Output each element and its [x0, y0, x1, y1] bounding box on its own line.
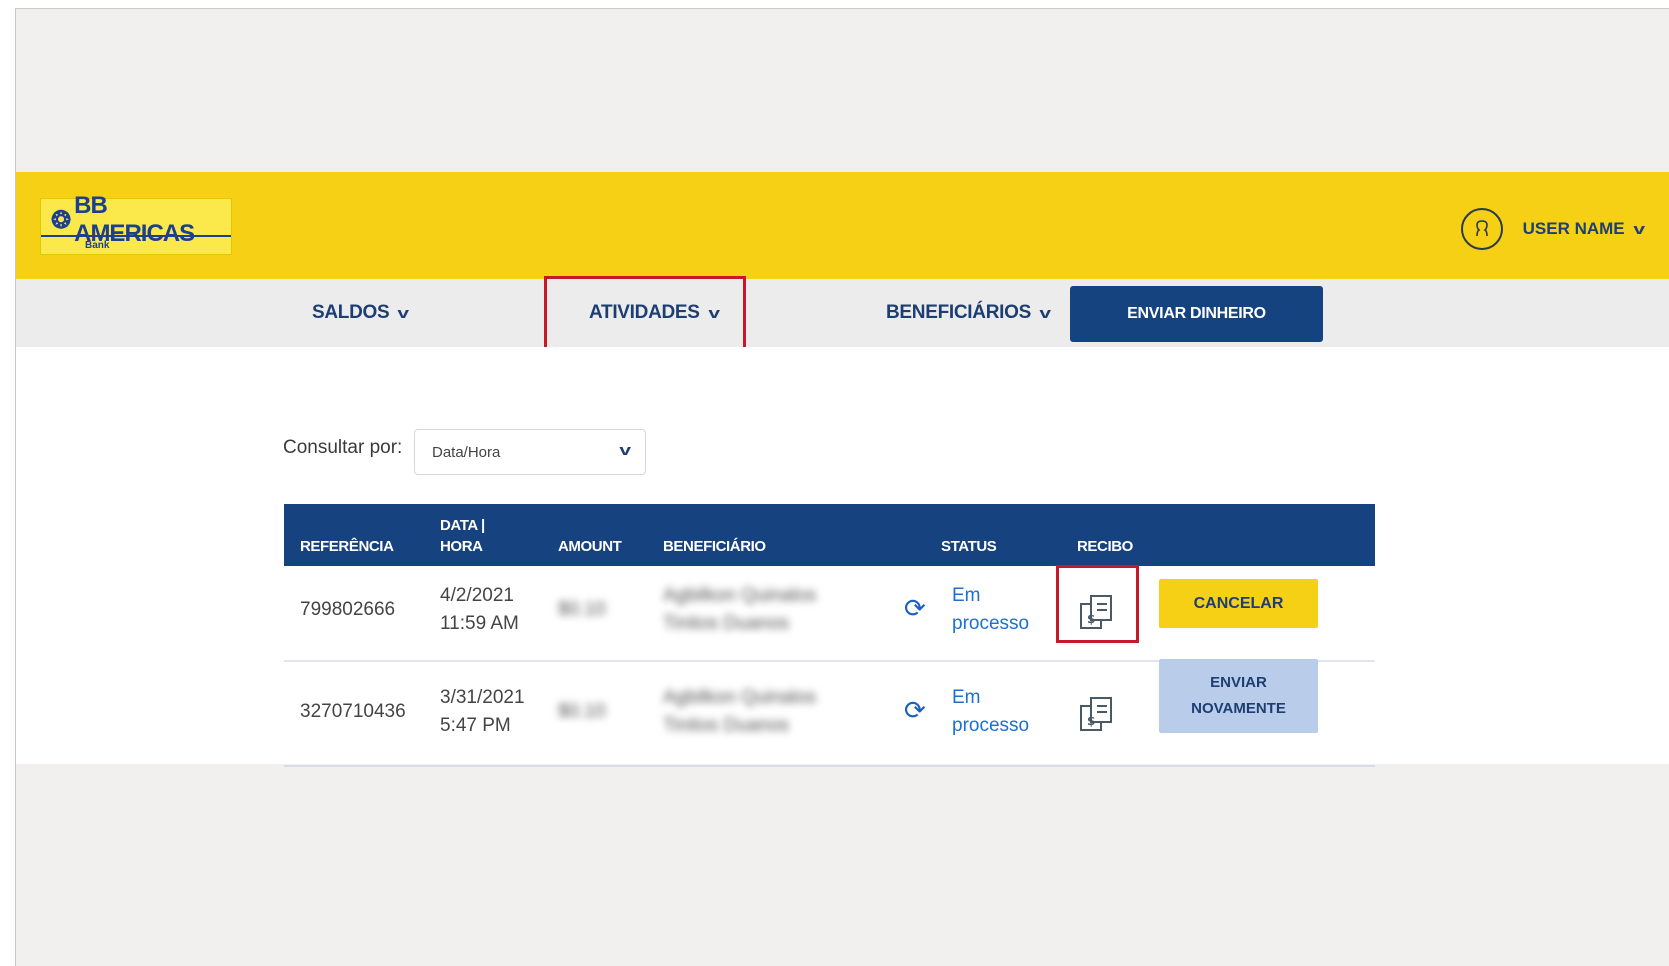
header-status: STATUS: [941, 538, 997, 555]
highlight-atividades: [544, 276, 746, 350]
sync-icon: ⟳: [904, 594, 926, 624]
logo-divider: [41, 235, 231, 237]
filter-select[interactable]: Data/Hora v: [414, 429, 646, 475]
cell-beneficiario: Agbilkon Quinalos Tinitos Duanos: [663, 582, 816, 638]
status-line1: Em: [952, 585, 981, 606]
cell-referencia: 799802666: [300, 599, 396, 620]
cell-time: 5:47 PM: [440, 715, 511, 736]
cell-amount: $0.10: [558, 701, 606, 722]
cell-data-hora: 3/31/2021 5:47 PM: [440, 684, 525, 740]
cell-status: Em processo: [952, 582, 1029, 638]
chevron-down-icon: v: [397, 304, 410, 322]
beneficiary-line2: Tinitos Duanos: [663, 715, 790, 736]
cell-date: 3/31/2021: [440, 687, 525, 708]
enviar-dinheiro-button[interactable]: ENVIAR DINHEIRO: [1070, 286, 1323, 342]
chevron-down-icon: v: [1632, 220, 1645, 238]
bb-logo-icon: ❂: [51, 206, 71, 234]
header-hora: HORA: [440, 538, 483, 555]
table-header: REFERÊNCIA DATA | HORA AMOUNT BENEFICIÁR…: [284, 504, 1375, 566]
filter-selected-value: Data/Hora: [432, 443, 501, 461]
user-circle-icon: [1460, 208, 1503, 250]
highlight-receipt: [1056, 565, 1139, 643]
header-data-hora: DATA | HORA: [440, 515, 485, 557]
chevron-down-icon: v: [618, 442, 631, 459]
header-recibo: RECIBO: [1077, 538, 1133, 555]
top-header: ❂ BB AMERICAS Bank USER NAME v: [16, 172, 1669, 279]
app-frame: ❂ BB AMERICAS Bank USER NAME v SALDOS v …: [15, 8, 1669, 966]
svg-text:$: $: [1087, 714, 1095, 728]
user-menu[interactable]: USER NAME v: [1460, 208, 1645, 250]
beneficiary-line2: Tinitos Duanos: [663, 613, 790, 634]
nav-item-label: SALDOS: [312, 302, 390, 323]
beneficiary-line1: Agbilkon Quinalos: [663, 585, 817, 606]
status-line2: processo: [952, 715, 1030, 736]
cell-date: 4/2/2021: [440, 585, 514, 606]
status-line1: Em: [952, 687, 981, 708]
main-nav: SALDOS v ATIVIDADES v BENEFICIÁRIOS v: [16, 279, 1669, 347]
nav-item-label: BENEFICIÁRIOS: [886, 302, 1031, 323]
header-amount: AMOUNT: [558, 538, 622, 555]
chevron-down-icon: v: [1039, 304, 1051, 322]
sync-icon: ⟳: [904, 696, 926, 726]
nav-item-beneficiarios[interactable]: BENEFICIÁRIOS v: [886, 279, 1051, 347]
cell-time: 11:59 AM: [440, 613, 519, 634]
user-name: USER NAME: [1522, 219, 1625, 238]
enviar-novamente-button[interactable]: ENVIAR NOVAMENTE: [1159, 659, 1318, 733]
status-line2: processo: [952, 613, 1030, 634]
nav-item-saldos[interactable]: SALDOS v: [312, 279, 410, 347]
cell-amount: $0.10: [558, 599, 606, 620]
cell-data-hora: 4/2/2021 11:59 AM: [440, 582, 519, 638]
header-beneficiario: BENEFICIÁRIO: [663, 538, 766, 555]
cell-beneficiario: Agbilkon Quinalos Tinitos Duanos: [663, 684, 816, 740]
logo-wordmark: ❂ BB AMERICAS: [51, 192, 231, 247]
beneficiary-line1: Agbilkon Quinalos: [663, 687, 817, 708]
cell-status: Em processo: [952, 684, 1029, 740]
filter-label: Consultar por:: [283, 437, 403, 458]
logo-subtext: Bank: [85, 240, 110, 251]
header-referencia: REFERÊNCIA: [300, 538, 394, 555]
receipt-icon[interactable]: $: [1077, 694, 1117, 734]
bb-americas-logo[interactable]: ❂ BB AMERICAS Bank: [40, 192, 232, 255]
user-glyph: [1475, 220, 1488, 237]
cancelar-button[interactable]: CANCELAR: [1159, 579, 1318, 628]
header-data: DATA |: [440, 517, 485, 534]
cell-referencia: 3270710436: [300, 701, 406, 722]
